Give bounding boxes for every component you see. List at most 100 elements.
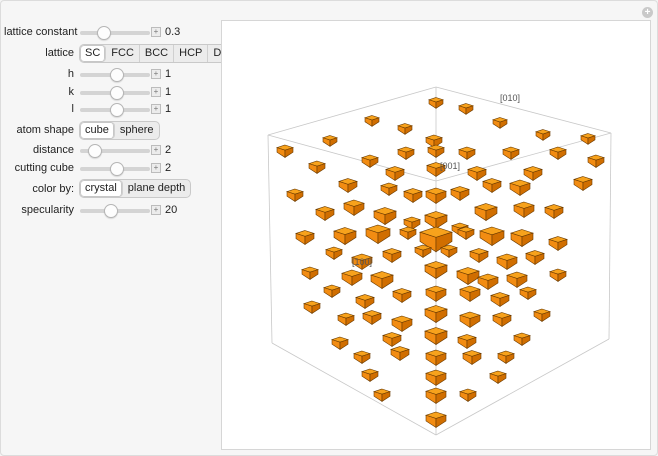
atom-cube: [414, 244, 432, 258]
option-crystal[interactable]: crystal: [80, 180, 123, 197]
bounding-box-edge: [608, 132, 612, 340]
atom-cube: [380, 182, 398, 196]
control-panel: lattice constant + 0.3 lattice SC FCC BCC H…: [0, 0, 238, 230]
option-cube[interactable]: cube: [80, 122, 115, 139]
atom-cube: [535, 129, 551, 141]
cutting-cube-label: cutting cube: [14, 162, 74, 174]
l-label: l: [71, 103, 74, 115]
k-plus-icon[interactable]: +: [151, 87, 161, 97]
atom-cube: [343, 199, 365, 217]
k-label: k: [68, 86, 75, 98]
atom-cube: [362, 310, 382, 326]
atom-cube: [373, 388, 391, 402]
cutting-cube-slider[interactable]: [80, 162, 150, 176]
atom-cube: [477, 273, 499, 291]
atom-cube: [425, 285, 447, 303]
color-by-label: color by:: [32, 183, 74, 195]
atom-cube: [276, 144, 294, 158]
atom-cube: [474, 203, 498, 222]
crystal-lattice-graphic[interactable]: [010] [001] [100]: [222, 21, 650, 449]
atom-cube: [458, 146, 476, 160]
atom-cube: [337, 312, 355, 326]
atom-cube: [315, 206, 335, 222]
atom-cube: [492, 312, 512, 328]
atom-cube: [308, 160, 326, 174]
atom-cube: [364, 115, 380, 127]
atom-cube: [497, 350, 515, 364]
atom-cube: [428, 97, 444, 109]
specularity-label: specularity: [21, 204, 74, 216]
crystal-3d-view[interactable]: [010] [001] [100]: [221, 20, 651, 450]
slider-thumb[interactable]: [110, 68, 124, 82]
lattice-constant-label: lattice constant: [4, 26, 78, 38]
atom-cube: [450, 186, 470, 202]
lattice-constant-value: 0.3: [165, 26, 181, 38]
slider-thumb[interactable]: [110, 162, 124, 176]
atom-cube: [392, 288, 412, 304]
atom-cube: [325, 246, 343, 260]
lattice-constant-plus-icon[interactable]: +: [151, 27, 161, 37]
atom-cube: [382, 248, 402, 264]
lattice-label: lattice: [45, 47, 74, 59]
atom-cube: [361, 154, 379, 168]
expand-icon[interactable]: +: [642, 7, 653, 18]
slider-thumb[interactable]: [87, 144, 102, 158]
atom-cube: [323, 284, 341, 298]
specularity-slider[interactable]: [80, 204, 150, 218]
atom-cube: [544, 204, 564, 220]
atom-cube: [509, 179, 531, 197]
atom-cube: [341, 269, 363, 287]
axis-label-001: [001]: [440, 161, 460, 171]
h-slider[interactable]: [80, 68, 150, 82]
option-plane-depth[interactable]: plane depth: [123, 180, 190, 197]
atom-cube: [385, 166, 405, 182]
atom-cube: [489, 370, 507, 384]
atom-cube: [303, 300, 321, 314]
atom-cube: [397, 123, 413, 135]
slider-thumb[interactable]: [103, 204, 118, 218]
atom-cube: [361, 368, 379, 382]
distance-plus-icon[interactable]: +: [151, 145, 161, 155]
atom-cube: [525, 250, 545, 266]
specularity-plus-icon[interactable]: +: [151, 205, 161, 215]
color-by-selector: crystal plane depth: [79, 179, 192, 198]
distance-label: distance: [33, 144, 74, 156]
option-bcc[interactable]: BCC: [140, 45, 175, 62]
bounding-box-edge: [267, 134, 273, 344]
option-fcc[interactable]: FCC: [106, 45, 140, 62]
atom-cube: [373, 207, 397, 226]
atom-cube: [425, 411, 447, 429]
option-hcp[interactable]: HCP: [174, 45, 209, 62]
atom-cube: [425, 387, 447, 405]
cutting-cube-plus-icon[interactable]: +: [151, 163, 161, 173]
axis-label-010: [010]: [500, 93, 520, 103]
slider-thumb[interactable]: [110, 103, 124, 117]
atom-cube: [390, 346, 410, 362]
h-plus-icon[interactable]: +: [151, 69, 161, 79]
atom-cube: [382, 332, 402, 348]
slider-thumb[interactable]: [97, 26, 112, 40]
atom-cube: [548, 236, 568, 252]
atom-cube: [353, 350, 371, 364]
atom-cube: [424, 211, 448, 230]
lattice-constant-slider[interactable]: [80, 26, 150, 40]
atom-cube: [533, 308, 551, 322]
option-sc[interactable]: SC: [80, 45, 107, 62]
atom-shape-selector: cube sphere: [79, 121, 160, 140]
atom-cube: [322, 135, 338, 147]
bounding-box-edge: [267, 134, 437, 182]
atom-cube: [365, 224, 391, 245]
k-slider[interactable]: [80, 86, 150, 100]
atom-cube: [549, 268, 567, 282]
l-slider[interactable]: [80, 103, 150, 117]
atom-cube: [301, 266, 319, 280]
atom-cube: [479, 226, 505, 247]
atom-cube: [425, 349, 447, 367]
distance-slider[interactable]: [80, 144, 150, 158]
atom-cube: [459, 285, 481, 303]
atom-cube: [286, 188, 304, 202]
l-plus-icon[interactable]: +: [151, 104, 161, 114]
slider-thumb[interactable]: [110, 86, 124, 100]
option-sphere[interactable]: sphere: [115, 122, 159, 139]
atom-cube: [424, 327, 448, 346]
